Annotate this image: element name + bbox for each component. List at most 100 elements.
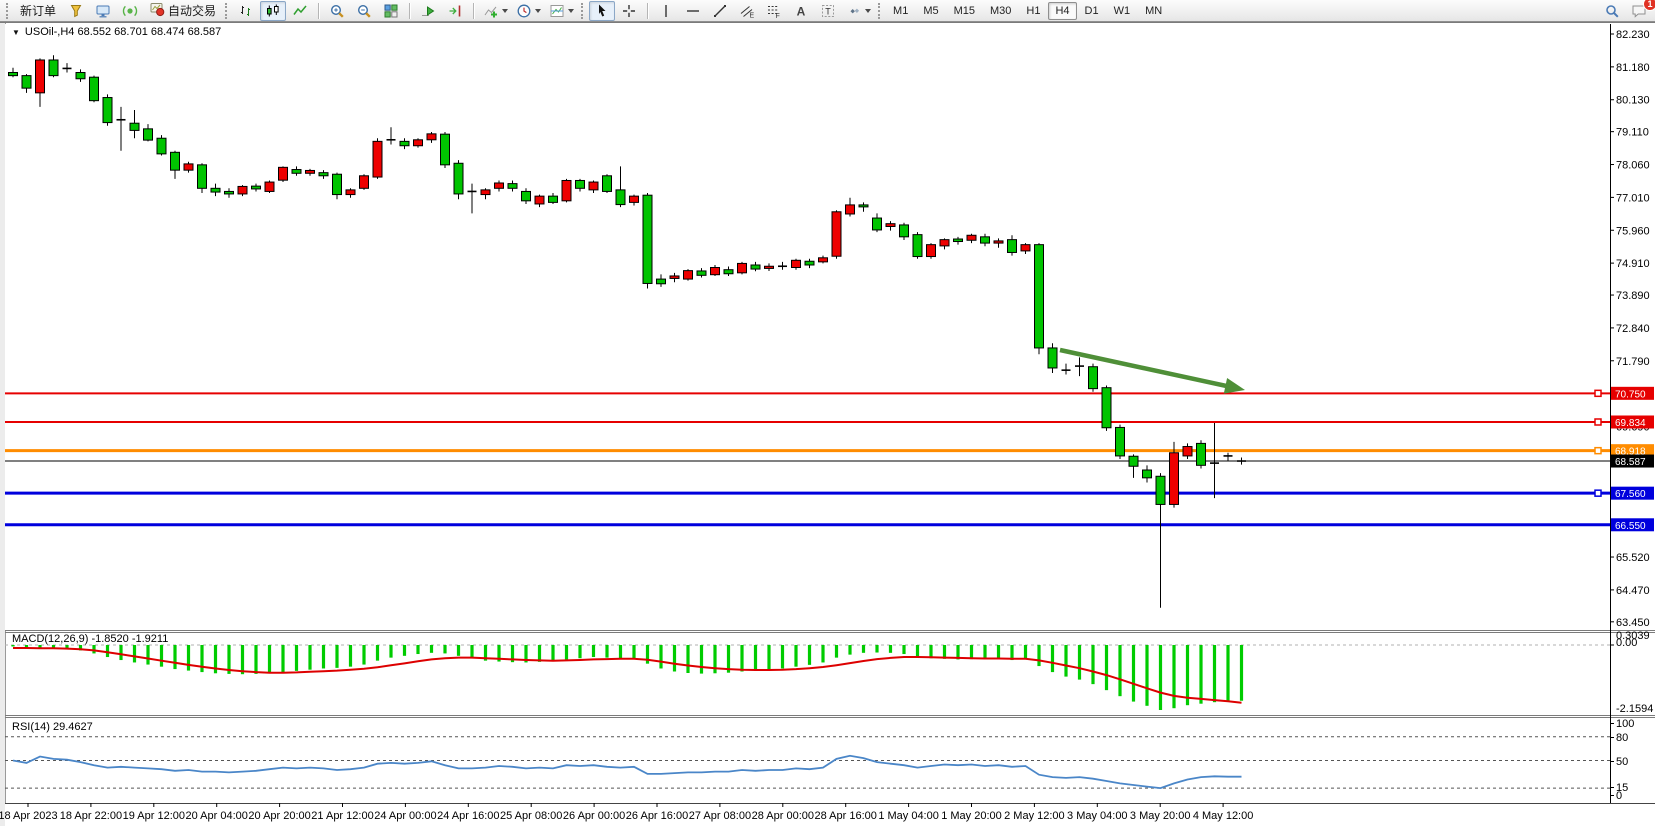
rsi-axis-label: 100 — [1616, 718, 1634, 730]
chart-collapse-icon[interactable]: ▼ — [12, 28, 20, 37]
crosshair-icon[interactable] — [616, 1, 642, 21]
trendline-icon[interactable] — [707, 1, 733, 21]
timeframe-h4[interactable]: H4 — [1048, 2, 1076, 20]
rsi-axis-label: 80 — [1616, 732, 1628, 744]
price-flag-label: 68.587 — [1615, 457, 1646, 468]
horizontal-line-icon[interactable] — [680, 1, 706, 21]
hline-handle[interactable] — [1595, 490, 1601, 496]
price-chart[interactable]: 82.23081.18080.13079.11078.06077.01075.9… — [0, 22, 1655, 826]
svg-text:A: A — [797, 4, 806, 18]
data-funnel-icon[interactable] — [63, 1, 89, 21]
notifications-icon[interactable]: 1 — [1626, 1, 1652, 21]
candle — [319, 173, 328, 176]
candle — [360, 176, 369, 189]
time-axis-label: 20 Apr 04:00 — [186, 810, 248, 822]
candle — [886, 224, 895, 227]
periods-icon[interactable] — [512, 1, 544, 21]
toolbar-grip[interactable] — [6, 3, 8, 19]
dropdown-caret-icon[interactable] — [535, 9, 541, 13]
candle — [481, 190, 490, 195]
bar-chart-icon[interactable] — [233, 1, 259, 21]
candle — [684, 271, 693, 279]
timeframe-w1[interactable]: W1 — [1107, 2, 1138, 20]
svg-text:E: E — [750, 12, 755, 19]
hline-handle[interactable] — [1595, 390, 1601, 396]
text-icon[interactable]: A — [788, 1, 814, 21]
candle — [279, 167, 288, 180]
price-tick-label: 74.910 — [1616, 258, 1650, 270]
toolbar-grip[interactable] — [225, 3, 227, 19]
timeframe-m1[interactable]: M1 — [886, 2, 915, 20]
tile-windows-icon[interactable] — [378, 1, 404, 21]
timeframe-mn[interactable]: MN — [1138, 2, 1169, 20]
price-tick-label: 65.520 — [1616, 552, 1650, 564]
candle-doji — [778, 265, 787, 267]
window-left-edge — [0, 22, 5, 826]
chart-title: ▼ USOil-,H4 68.552 68.701 68.474 68.587 — [12, 26, 221, 38]
price-flag-label: 67.560 — [1615, 489, 1646, 500]
candle — [562, 180, 571, 200]
candle — [1048, 348, 1057, 368]
candlestick-chart-icon[interactable] — [260, 1, 286, 21]
arrows-icon[interactable] — [842, 1, 874, 21]
candle — [346, 190, 355, 195]
vertical-line-icon[interactable] — [653, 1, 679, 21]
dropdown-caret-icon[interactable] — [865, 9, 871, 13]
toolbar-grip[interactable] — [581, 3, 583, 19]
dropdown-caret-icon[interactable] — [568, 9, 574, 13]
auto-scroll-icon[interactable] — [415, 1, 441, 21]
toolbar-separator — [647, 3, 648, 19]
signals-icon[interactable] — [117, 1, 143, 21]
candle — [630, 196, 639, 202]
zoom-in-icon[interactable] — [324, 1, 350, 21]
candle — [954, 239, 963, 242]
macd-axis-label: 0.00 — [1616, 637, 1637, 649]
svg-text:F: F — [776, 13, 780, 19]
candle — [292, 170, 301, 174]
candle — [846, 205, 855, 214]
fibonacci-icon[interactable]: F — [761, 1, 787, 21]
time-axis-label: 28 Apr 16:00 — [815, 810, 877, 822]
new-order-button[interactable]: 新订单 — [14, 2, 62, 20]
notification-badge: 1 — [1644, 0, 1655, 10]
metaeditor-icon[interactable] — [90, 1, 116, 21]
time-axis-label: 24 Apr 16:00 — [437, 810, 499, 822]
timeframe-h1[interactable]: H1 — [1019, 2, 1047, 20]
candle — [927, 245, 936, 257]
candle — [184, 164, 193, 170]
candle — [1021, 245, 1030, 251]
time-axis-label: 4 May 12:00 — [1193, 810, 1254, 822]
hline-handle[interactable] — [1595, 448, 1601, 454]
price-flag-label: 70.750 — [1615, 389, 1646, 400]
price-tick-label: 80.130 — [1616, 95, 1650, 107]
equidistant-channel-icon[interactable]: E — [734, 1, 760, 21]
zoom-out-icon[interactable] — [351, 1, 377, 21]
toolbar-grip[interactable] — [878, 3, 880, 19]
autotrading-button[interactable]: 自动交易 — [144, 2, 221, 20]
text-label-icon[interactable]: T — [815, 1, 841, 21]
candle — [670, 276, 679, 279]
cursor-icon[interactable] — [589, 1, 615, 21]
time-axis-label: 27 Apr 08:00 — [689, 810, 751, 822]
candle — [724, 270, 733, 274]
timeframe-m15[interactable]: M15 — [947, 2, 982, 20]
line-chart-icon[interactable] — [287, 1, 313, 21]
timeframe-m30[interactable]: M30 — [983, 2, 1018, 20]
templates-icon[interactable] — [545, 1, 577, 21]
candle — [1089, 367, 1098, 389]
candle — [130, 123, 139, 130]
candle — [643, 195, 652, 283]
candle — [873, 218, 882, 230]
search-icon[interactable] — [1599, 1, 1625, 21]
chart-plot-area[interactable] — [5, 24, 1610, 630]
dropdown-caret-icon[interactable] — [502, 9, 508, 13]
chart-shift-icon[interactable] — [442, 1, 468, 21]
timeframe-d1[interactable]: D1 — [1078, 2, 1106, 20]
candle — [711, 267, 720, 274]
timeframe-m5[interactable]: M5 — [916, 2, 945, 20]
indicators-icon[interactable] — [479, 1, 511, 21]
candle — [252, 186, 261, 189]
price-tick-label: 63.450 — [1616, 617, 1650, 629]
candle-doji — [1062, 369, 1071, 371]
hline-handle[interactable] — [1595, 419, 1601, 425]
